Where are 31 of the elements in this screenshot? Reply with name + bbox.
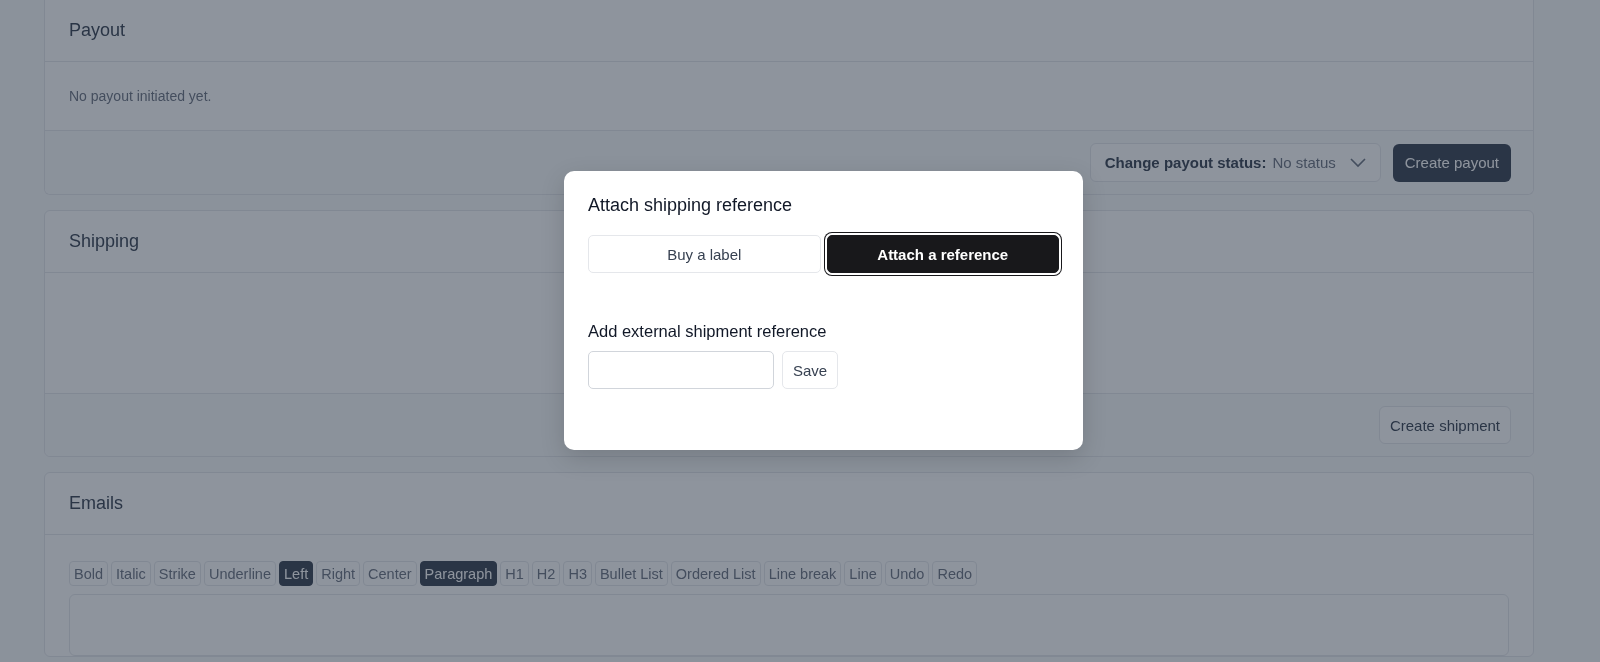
toolbar-button[interactable]: Right xyxy=(316,561,361,586)
toolbar-button[interactable]: Italic xyxy=(111,561,151,586)
toolbar-button[interactable]: Strike xyxy=(153,561,201,586)
create-shipment-button[interactable]: Create shipment xyxy=(1378,406,1511,444)
toolbar-button[interactable]: Center xyxy=(363,561,417,586)
payout-message: No payout initiated yet. xyxy=(69,88,212,104)
save-button[interactable]: Save xyxy=(782,351,839,389)
toolbar-button[interactable]: Redo xyxy=(932,561,978,586)
toolbar-button[interactable]: Underline xyxy=(203,561,276,586)
section-title: Emails xyxy=(69,493,123,513)
toolbar-button[interactable]: Line xyxy=(844,561,882,586)
toolbar-button[interactable]: Line break xyxy=(763,561,842,586)
toolbar-button[interactable]: Undo xyxy=(884,561,930,586)
toolbar-button[interactable]: H3 xyxy=(563,561,592,586)
toolbar-button[interactable]: H2 xyxy=(531,561,561,586)
toolbar-button[interactable]: H1 xyxy=(500,561,529,586)
chevron-down-icon xyxy=(1349,157,1366,168)
toolbar-button[interactable]: Bullet List xyxy=(594,561,668,586)
section-title: Payout xyxy=(69,20,126,40)
dialog-title: Attach shipping reference xyxy=(588,195,794,216)
option-tab[interactable]: Attach a reference xyxy=(826,235,1059,273)
toolbar-button[interactable]: Paragraph xyxy=(419,561,498,586)
reference-input-field[interactable] xyxy=(588,351,774,389)
option-tab[interactable]: Buy a label xyxy=(588,235,821,273)
create-payout-button[interactable]: Create payout xyxy=(1392,143,1511,182)
toolbar-button[interactable]: Left xyxy=(279,561,314,586)
payout-status-select[interactable]: Change payout status: No status xyxy=(1089,143,1381,182)
section-title: Shipping xyxy=(69,231,140,251)
toolbar-button[interactable]: Ordered List xyxy=(670,561,761,586)
field-label: Add external shipment reference xyxy=(588,322,828,341)
toolbar-button[interactable]: Bold xyxy=(69,561,109,586)
